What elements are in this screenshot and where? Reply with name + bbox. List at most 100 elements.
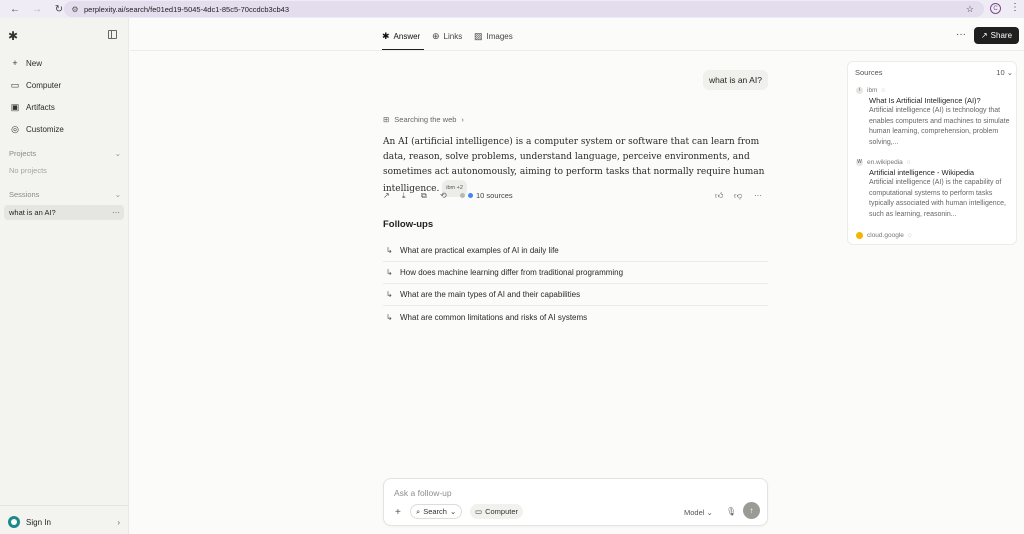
- source-favicon-icon: [460, 193, 465, 198]
- verified-icon: ◌: [881, 87, 886, 94]
- ibm-favicon-icon: i: [856, 87, 863, 94]
- source-title[interactable]: Artificial intelligence - Wikipedia: [869, 168, 1012, 177]
- session-more-icon[interactable]: ···: [112, 208, 120, 217]
- main-panel: ✱ Answer ⊕ Links ▨ Images ··· ↗ Share wh…: [130, 18, 1024, 534]
- followup-text[interactable]: How does machine learning differ from tr…: [400, 268, 623, 277]
- verified-icon: ◌: [907, 232, 912, 239]
- answer-icon: ✱: [382, 31, 390, 41]
- more-options-icon[interactable]: ···: [956, 29, 966, 40]
- tab-answer[interactable]: ✱ Answer: [382, 31, 420, 42]
- download-icon[interactable]: ⤓: [402, 191, 406, 201]
- share-label: Share: [990, 31, 1013, 40]
- bookmark-star-icon[interactable]: ☆: [966, 4, 974, 15]
- share-answer-icon[interactable]: ↗: [383, 191, 390, 200]
- divider: [0, 505, 129, 506]
- tab-links[interactable]: ⊕ Links: [432, 31, 462, 42]
- rewrite-icon[interactable]: ⟲: [440, 191, 447, 200]
- answer-text: An AI (artificial intelligence) is a com…: [383, 135, 769, 197]
- plus-icon: +: [12, 58, 18, 68]
- tab-images[interactable]: ▨ Images: [474, 31, 513, 42]
- browser-menu-icon[interactable]: ⋮: [1010, 2, 1020, 13]
- browser-toolbar: ← → ↻ ⚙ perplexity.ai/search/fe01ed19-50…: [0, 0, 1024, 18]
- followup-item[interactable]: ↳ What are common limitations and risks …: [383, 306, 768, 328]
- share-button[interactable]: ↗ Share: [974, 27, 1019, 44]
- followups-title: Follow-ups: [383, 219, 434, 230]
- profile-avatar-icon[interactable]: C: [990, 3, 1001, 14]
- back-icon[interactable]: ←: [4, 0, 26, 18]
- sidebar-item-customize[interactable]: ◎ Customize: [4, 120, 122, 138]
- collapse-sidebar-icon[interactable]: [108, 30, 117, 39]
- source-snippet: Artificial intelligence (AI) is technolo…: [869, 107, 1010, 146]
- source-title[interactable]: What Is Artificial Intelligence (AI)?: [869, 96, 1012, 105]
- return-arrow-icon: ↳: [386, 312, 393, 322]
- chevron-right-icon: ›: [117, 517, 120, 527]
- search-icon: ⌕: [416, 506, 421, 516]
- source-card[interactable]: i ibm ◌ What Is Artificial Intelligence (A…: [856, 87, 1012, 148]
- searching-status[interactable]: ⊞ Searching the web ›: [383, 115, 464, 124]
- globe-icon: ⊕: [432, 31, 440, 41]
- monitor-icon: ▭: [475, 507, 483, 516]
- session-item[interactable]: what is an AI? ···: [4, 205, 124, 220]
- chevron-down-icon: ⌄: [449, 507, 457, 516]
- followup-input[interactable]: Ask a follow-up: [394, 488, 452, 498]
- sources-panel: Sources 10 ⌄ i ibm ◌ What Is Artificial In…: [847, 61, 1017, 245]
- thumbs-up-icon[interactable]: 👍︎: [715, 191, 723, 201]
- sign-in-label: Sign In: [26, 517, 51, 527]
- chevron-down-icon[interactable]: ⌄: [115, 149, 121, 158]
- followup-text[interactable]: What are practical examples of AI in dai…: [400, 246, 559, 255]
- microphone-icon[interactable]: 🎙︎: [726, 507, 736, 516]
- return-arrow-icon: ↳: [386, 246, 393, 255]
- sources-button[interactable]: 10 sources: [460, 191, 513, 200]
- source-card[interactable]: cloud.google ◌: [856, 232, 1012, 239]
- user-query-bubble: what is an AI?: [703, 70, 768, 90]
- share-icon: ↗: [980, 31, 988, 40]
- sources-count-toggle[interactable]: 10 ⌄: [996, 68, 1013, 77]
- site-info-icon[interactable]: ⚙: [68, 5, 82, 14]
- url-text[interactable]: perplexity.ai/search/fe01ed19-5045-4dc1-…: [84, 5, 289, 14]
- followup-item[interactable]: ↳ What are the main types of AI and thei…: [383, 284, 768, 306]
- followup-item[interactable]: ↳ What are practical examples of AI in d…: [383, 240, 768, 262]
- sources-header[interactable]: Sources 10 ⌄: [855, 68, 1013, 77]
- more-icon[interactable]: ···: [754, 191, 762, 200]
- followup-text[interactable]: What are the main types of AI and their …: [400, 290, 580, 299]
- send-button[interactable]: ↑: [743, 502, 760, 519]
- thumbs-down-icon[interactable]: 👎︎: [734, 191, 742, 201]
- chevron-down-icon[interactable]: ⌄: [115, 190, 121, 199]
- monitor-icon: ▭: [10, 79, 20, 90]
- artifacts-icon: ▣: [10, 101, 20, 112]
- followup-text[interactable]: What are common limitations and risks of…: [400, 313, 587, 322]
- computer-mode-label: Computer: [485, 507, 519, 516]
- return-arrow-icon: ↳: [386, 268, 393, 277]
- user-avatar-icon: [8, 516, 20, 528]
- tab-label: Images: [486, 32, 513, 41]
- followup-item[interactable]: ↳ How does machine learning differ from …: [383, 262, 768, 284]
- sessions-section-header[interactable]: Sessions ⌄: [9, 190, 121, 199]
- address-bar[interactable]: ⚙ perplexity.ai/search/fe01ed19-5045-4dc…: [64, 1, 984, 17]
- sidebar-item-computer[interactable]: ▭ Computer: [4, 76, 122, 94]
- model-selector[interactable]: Model ⌄: [684, 508, 713, 517]
- perplexity-logo-icon[interactable]: ✱: [8, 29, 18, 43]
- return-arrow-icon: ↳: [386, 290, 393, 299]
- source-card[interactable]: Wen.wikipedia ◌ Artificial intelligence -…: [856, 159, 1012, 220]
- chevron-right-icon: ›: [461, 115, 464, 124]
- sources-title: Sources: [855, 68, 883, 77]
- verified-icon: ◌: [906, 159, 911, 166]
- sessions-label: Sessions: [9, 190, 40, 199]
- computer-mode-button[interactable]: ▭ Computer: [470, 504, 524, 519]
- source-snippet: Artificial intelligence (AI) is the capa…: [869, 179, 1006, 218]
- forward-icon[interactable]: →: [26, 0, 48, 18]
- sidebar-item-label: New: [26, 58, 43, 68]
- projects-section-header[interactable]: Projects ⌄: [9, 149, 121, 158]
- source-favicon-icon: [468, 193, 473, 198]
- followup-input-box[interactable]: Ask a follow-up + ⌕ Search ⌄ ▭ Computer …: [383, 478, 768, 526]
- session-label[interactable]: what is an AI?: [9, 208, 56, 217]
- sidebar-item-new[interactable]: + New: [4, 54, 122, 72]
- source-domain: cloud.google: [867, 232, 904, 239]
- copy-icon[interactable]: ⧉: [421, 191, 427, 201]
- sidebar-item-artifacts[interactable]: ▣ Artifacts: [4, 98, 122, 116]
- tab-label: Answer: [393, 32, 421, 41]
- search-mode-button[interactable]: ⌕ Search ⌄: [410, 504, 463, 519]
- sign-in-button[interactable]: Sign In ›: [8, 515, 120, 529]
- attach-plus-icon[interactable]: +: [395, 507, 401, 518]
- source-domain: en.wikipedia: [867, 159, 903, 166]
